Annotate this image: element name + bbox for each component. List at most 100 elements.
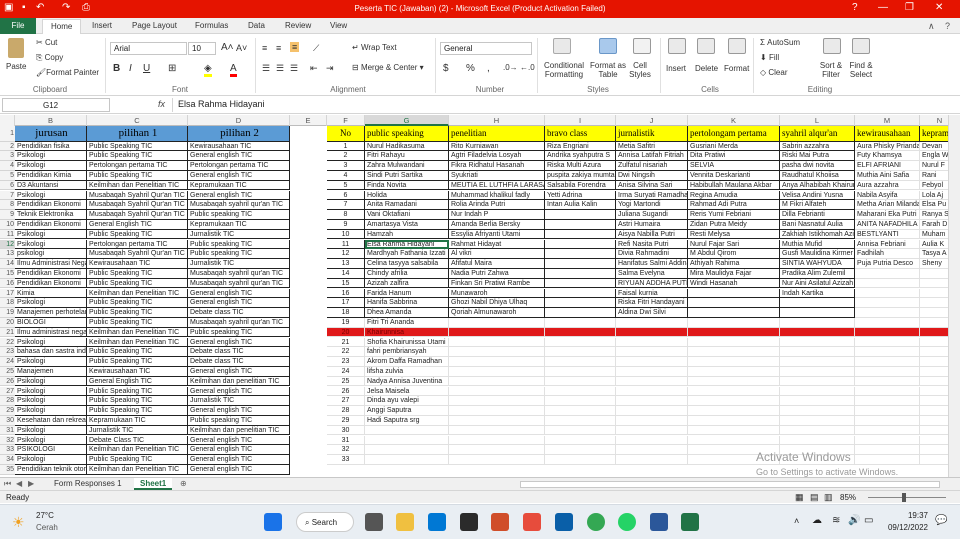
table-cell[interactable]: Lola Aj (920, 191, 948, 201)
table-cell[interactable]: PSIKOLOGI (15, 445, 87, 456)
row-header[interactable]: 25 (0, 366, 15, 377)
table-cell[interactable]: 11 (327, 239, 365, 250)
name-box[interactable]: G12 (2, 98, 110, 112)
table-cell[interactable]: Kepramukaan TIC (87, 415, 188, 426)
table-cell[interactable]: Public Speaking TIC (87, 151, 188, 162)
search-button[interactable]: ⌕ Search (296, 512, 354, 532)
column-header-n[interactable]: N (920, 115, 948, 126)
tab-view[interactable]: View (330, 21, 347, 30)
table-cell[interactable]: Psikologi (15, 425, 87, 436)
table-cell[interactable] (780, 308, 855, 318)
table-cell[interactable]: General English TIC (87, 376, 188, 387)
table-header-cell[interactable]: penelitian (449, 126, 545, 142)
table-cell[interactable] (855, 425, 920, 436)
table-cell[interactable]: Public speaking TIC (188, 415, 290, 426)
table-cell[interactable]: Refi Nasita Putri (616, 239, 688, 250)
table-cell[interactable] (545, 317, 616, 328)
table-cell[interactable]: Public Speaking TIC (87, 141, 188, 152)
table-cell[interactable] (920, 269, 948, 279)
table-cell[interactable] (545, 455, 616, 465)
table-cell[interactable]: General english TIC (188, 386, 290, 397)
table-cell[interactable] (545, 366, 616, 377)
table-cell[interactable]: SINTIA WAHYUDA (780, 259, 855, 269)
table-cell[interactable]: Celina tasyya salsabila (365, 259, 449, 269)
table-cell[interactable]: Muthia Aini Safia (855, 170, 920, 181)
table-cell[interactable] (920, 347, 948, 358)
table-cell[interactable]: Raudhatul Khoiisa (780, 170, 855, 181)
battery-icon[interactable]: ▭ (864, 515, 873, 526)
table-cell[interactable]: Rani (920, 171, 948, 181)
weather-icon[interactable]: ☀ (12, 514, 25, 531)
table-cell[interactable]: fahri pembriansyah (365, 347, 449, 358)
table-cell[interactable] (688, 386, 780, 397)
table-cell[interactable]: Riski Mai Putra (780, 151, 855, 162)
table-cell[interactable]: Puja Putria Desco (855, 259, 920, 269)
table-cell[interactable]: 3 (327, 161, 365, 171)
minimize-ribbon-icon[interactable]: ∧ (928, 21, 935, 32)
table-cell[interactable]: Sindi Putri Sartika (365, 170, 449, 181)
column-header-m[interactable]: M (855, 115, 920, 126)
fill-button[interactable]: ⬇ Fill (760, 53, 779, 62)
table-cell[interactable]: Musabaqah Syahril Qur'an TIC (87, 210, 188, 220)
table-cell[interactable] (545, 406, 616, 416)
table-cell[interactable]: Kewirausahaan TIC (87, 366, 188, 377)
table-cell[interactable]: 18 (327, 308, 365, 318)
table-cell[interactable]: Debate class TIC (188, 347, 290, 358)
table-cell[interactable]: Musabaqah syahril qur'an TIC (188, 268, 290, 279)
table-cell[interactable] (920, 318, 948, 328)
table-cell[interactable]: Astri Humaira (616, 219, 688, 230)
insert-button[interactable]: Insert (666, 64, 686, 73)
table-cell[interactable]: Zidan Putra Meidy (688, 219, 780, 230)
table-cell[interactable]: 33 (327, 455, 365, 465)
table-cell[interactable]: SELVIA (688, 161, 780, 171)
table-cell[interactable]: Hanifatus Salmi Addina (616, 259, 688, 269)
table-cell[interactable]: Nabila Asyifa (855, 190, 920, 201)
table-cell[interactable]: Agtri Filadelvia Losyah (449, 151, 545, 162)
table-cell[interactable] (545, 308, 616, 318)
table-cell[interactable]: Nadia Putri Zahwa (449, 268, 545, 279)
table-cell[interactable]: Rahmad Adi Putra (688, 200, 780, 211)
table-cell[interactable]: Intan Aulia Kalin (545, 200, 616, 211)
table-cell[interactable]: Al vikri (449, 249, 545, 260)
table-cell[interactable] (449, 357, 545, 367)
table-cell[interactable]: Psikologi (15, 229, 87, 240)
table-cell[interactable]: Bani Nasnatul Aulia (780, 219, 855, 230)
table-cell[interactable]: Metia Safitri (616, 141, 688, 152)
table-cell[interactable]: Rolia Arinda Putri (449, 200, 545, 211)
table-cell[interactable]: Irma Suryati Ramadhani (616, 190, 688, 201)
page-break-view-icon[interactable]: ▥ (824, 492, 833, 503)
percent-button[interactable]: % (466, 63, 475, 74)
table-cell[interactable]: 5 (327, 180, 365, 191)
table-cell[interactable]: Public Speaking TIC (87, 396, 188, 407)
row-header[interactable]: 21 (0, 327, 15, 338)
table-cell[interactable]: Finda Novita (365, 180, 449, 191)
row-header[interactable]: 27 (0, 386, 15, 397)
row-header[interactable]: 5 (0, 170, 15, 181)
table-header-cell[interactable]: No (327, 126, 365, 142)
table-cell[interactable] (780, 327, 855, 338)
row-header[interactable]: 3 (0, 151, 15, 162)
table-cell[interactable]: Annisa Febriani (855, 239, 920, 250)
table-cell[interactable] (920, 327, 948, 338)
edge-icon[interactable] (428, 513, 446, 531)
table-cell[interactable] (545, 239, 616, 250)
table-cell[interactable] (545, 357, 616, 367)
table-cell[interactable] (545, 259, 616, 269)
currency-icon[interactable]: $ (443, 63, 449, 74)
table-cell[interactable]: Afifatul Maira (449, 259, 545, 269)
table-cell[interactable]: Amanda Berlia Bersky (449, 219, 545, 230)
table-cell[interactable]: Musabaqah Syahril Qur'an TIC (87, 190, 188, 201)
table-cell[interactable] (688, 308, 780, 318)
table-cell[interactable]: Public speaking TIC (188, 249, 290, 260)
page-layout-view-icon[interactable]: ▤ (810, 492, 819, 503)
table-cell[interactable]: Ilmu Administrasi Negara (15, 259, 87, 269)
column-header-c[interactable]: C (87, 115, 188, 126)
bold-icon[interactable]: B (113, 63, 120, 74)
zoom-level[interactable]: 85% (840, 493, 856, 502)
minimize-icon[interactable]: — (878, 2, 888, 13)
table-cell[interactable]: Dilla Febrianti (780, 210, 855, 220)
table-cell[interactable]: General english TIC (188, 298, 290, 309)
row-header[interactable]: 29 (0, 406, 15, 416)
table-cell[interactable]: General english TIC (188, 190, 290, 201)
find-select-button[interactable]: Find & Select (845, 61, 877, 79)
